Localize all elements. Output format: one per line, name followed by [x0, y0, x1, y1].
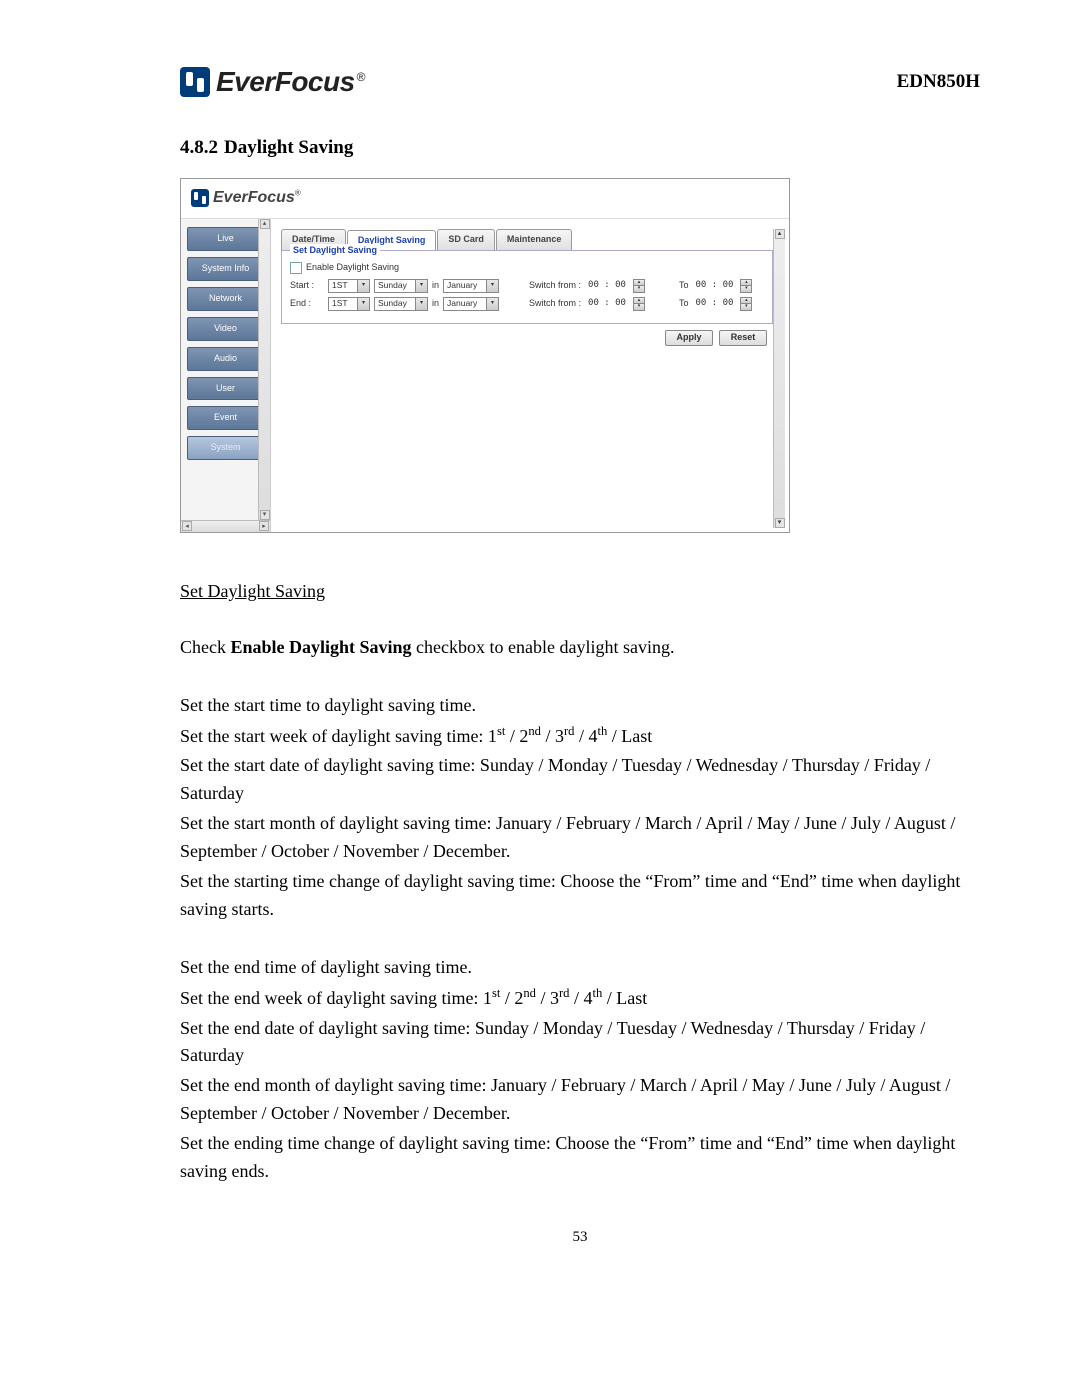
end-switch-label: Switch from :	[529, 297, 581, 311]
end-week-select[interactable]: 1ST▾	[328, 297, 370, 311]
start-row: Start : 1ST▾ Sunday▾ in January▾ Switch …	[290, 279, 764, 293]
end-to-label: To	[679, 297, 689, 311]
end-to-time: 00 : 00	[695, 297, 733, 311]
end-in: in	[432, 297, 439, 311]
model-id: EDN850H	[897, 67, 980, 96]
nav-event[interactable]: Event	[187, 406, 264, 430]
ui-screenshot: EverFocus® Live System Info Network Vide…	[180, 178, 790, 533]
end-line-3: Set the end date of daylight saving time…	[180, 1015, 980, 1071]
start-to-time: 00 : 00	[695, 279, 733, 293]
end-line-1: Set the end time of daylight saving time…	[180, 954, 980, 982]
tab-maintenance[interactable]: Maintenance	[496, 229, 573, 250]
nav-user[interactable]: User	[187, 377, 264, 401]
scroll-up-icon[interactable]: ▴	[775, 229, 785, 239]
subheader: Set Daylight Saving	[180, 578, 325, 606]
start-to-label: To	[679, 279, 689, 293]
end-to-stepper[interactable]: ▴▾	[740, 297, 752, 311]
scroll-up-icon[interactable]: ▴	[260, 219, 270, 229]
start-label: Start :	[290, 279, 324, 293]
apply-button[interactable]: Apply	[665, 330, 713, 346]
scroll-down-icon[interactable]: ▾	[260, 510, 270, 520]
button-row: Apply Reset	[281, 330, 773, 346]
start-to-stepper[interactable]: ▴▾	[740, 279, 752, 293]
daylight-fieldset: Set Daylight Saving Enable Daylight Savi…	[281, 250, 773, 324]
end-line-5: Set the ending time change of daylight s…	[180, 1130, 980, 1186]
start-day-select[interactable]: Sunday▾	[374, 279, 428, 293]
brand-text: EverFocus®	[216, 60, 365, 103]
start-from-time: 00 : 00	[588, 279, 626, 293]
start-line-3: Set the start date of daylight saving ti…	[180, 752, 980, 808]
start-line-1: Set the start time to daylight saving ti…	[180, 692, 980, 720]
check-line: Check Enable Daylight Saving checkbox to…	[180, 634, 980, 662]
nav-audio[interactable]: Audio	[187, 347, 264, 371]
section-title: 4.8.2Daylight Saving	[180, 133, 980, 162]
tab-sd-card[interactable]: SD Card	[437, 229, 495, 250]
end-label: End :	[290, 297, 324, 311]
start-from-stepper[interactable]: ▴▾	[633, 279, 645, 293]
scroll-right-icon[interactable]: ▸	[259, 521, 269, 531]
chevron-down-icon: ▾	[357, 298, 369, 310]
reset-button[interactable]: Reset	[719, 330, 767, 346]
ui-logo-text: EverFocus®	[213, 186, 301, 211]
nav-network[interactable]: Network	[187, 287, 264, 311]
nav-video[interactable]: Video	[187, 317, 264, 341]
chevron-down-icon: ▾	[486, 280, 498, 292]
start-week-select[interactable]: 1ST▾	[328, 279, 370, 293]
body-text: Set Daylight Saving Check Enable Dayligh…	[180, 578, 980, 1186]
nav-hscroll[interactable]: ◂ ▸	[181, 520, 270, 532]
start-month-select[interactable]: January▾	[443, 279, 499, 293]
end-month-select[interactable]: January▾	[443, 297, 499, 311]
enable-row: Enable Daylight Saving	[290, 261, 764, 275]
nav-vscroll[interactable]: ▴ ▾	[258, 219, 270, 520]
ui-logo-icon	[191, 189, 209, 207]
start-line-5: Set the starting time change of daylight…	[180, 868, 980, 924]
fieldset-legend: Set Daylight Saving	[290, 244, 380, 258]
chevron-down-icon: ▾	[415, 280, 427, 292]
end-day-select[interactable]: Sunday▾	[374, 297, 428, 311]
enable-label: Enable Daylight Saving	[306, 261, 399, 275]
nav-live[interactable]: Live	[187, 227, 264, 251]
scroll-down-icon[interactable]: ▾	[775, 518, 785, 528]
nav-system[interactable]: System	[187, 436, 264, 460]
nav-panel: Live System Info Network Video Audio Use…	[181, 219, 271, 532]
start-in: in	[432, 279, 439, 293]
chevron-down-icon: ▾	[357, 280, 369, 292]
ui-topbar: EverFocus®	[181, 179, 789, 219]
logo-icon	[180, 67, 210, 97]
brand-logo: EverFocus®	[180, 60, 365, 103]
chevron-down-icon: ▾	[415, 298, 427, 310]
scroll-left-icon[interactable]: ◂	[182, 521, 192, 531]
start-line-4: Set the start month of daylight saving t…	[180, 810, 980, 866]
nav-system-info[interactable]: System Info	[187, 257, 264, 281]
chevron-down-icon: ▾	[486, 298, 498, 310]
end-line-2: Set the end week of daylight saving time…	[180, 984, 980, 1013]
end-from-time: 00 : 00	[588, 297, 626, 311]
page-number: 53	[180, 1226, 980, 1249]
start-switch-label: Switch from :	[529, 279, 581, 293]
enable-checkbox[interactable]	[290, 262, 302, 274]
start-line-2: Set the start week of daylight saving ti…	[180, 722, 980, 751]
end-row: End : 1ST▾ Sunday▾ in January▾ Switch fr…	[290, 297, 764, 311]
page-header: EverFocus® EDN850H	[180, 60, 980, 103]
end-from-stepper[interactable]: ▴▾	[633, 297, 645, 311]
main-panel: Date/Time Daylight Saving SD Card Mainte…	[271, 219, 789, 532]
end-line-4: Set the end month of daylight saving tim…	[180, 1072, 980, 1128]
main-vscroll[interactable]: ▴ ▾	[773, 229, 785, 528]
